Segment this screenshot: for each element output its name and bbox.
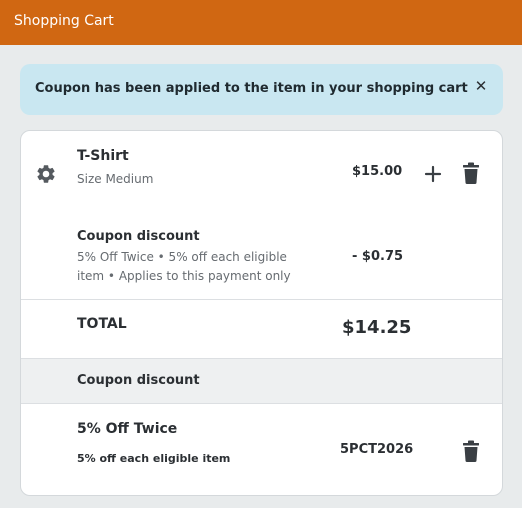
alert-message: Coupon has been applied to the item in y… bbox=[35, 81, 468, 96]
cart-card: T-Shirt Size Medium $15.00 Coupon discou… bbox=[20, 130, 503, 496]
discount-title: Coupon discount bbox=[77, 229, 200, 244]
total-value: $14.25 bbox=[342, 317, 412, 338]
coupon-code: 5PCT2026 bbox=[340, 442, 414, 457]
coupon-name: 5% Off Twice bbox=[77, 421, 178, 437]
coupon-description: 5% off each eligible item bbox=[77, 452, 231, 465]
close-icon[interactable]: ✕ bbox=[473, 77, 489, 97]
page-title: Shopping Cart bbox=[14, 13, 114, 29]
coupon-section-heading: Coupon discount bbox=[77, 373, 200, 388]
coupon-applied-alert: Coupon has been applied to the item in y… bbox=[20, 64, 503, 115]
discount-amount: - $0.75 bbox=[352, 249, 404, 264]
gear-icon bbox=[37, 165, 55, 183]
item-name: T-Shirt bbox=[77, 148, 129, 164]
discount-description: 5% Off Twice • 5% off each eligible item… bbox=[77, 250, 291, 283]
add-quantity-button[interactable] bbox=[421, 162, 445, 186]
remove-coupon-trash-icon[interactable] bbox=[461, 440, 481, 462]
remove-item-trash-icon[interactable] bbox=[461, 162, 481, 184]
item-variant: Size Medium bbox=[77, 172, 154, 186]
app-header: Shopping Cart bbox=[0, 0, 522, 45]
divider bbox=[21, 299, 502, 300]
total-label: TOTAL bbox=[77, 316, 127, 332]
coupon-section-header: Coupon discount bbox=[21, 358, 502, 404]
item-price: $15.00 bbox=[352, 164, 403, 179]
